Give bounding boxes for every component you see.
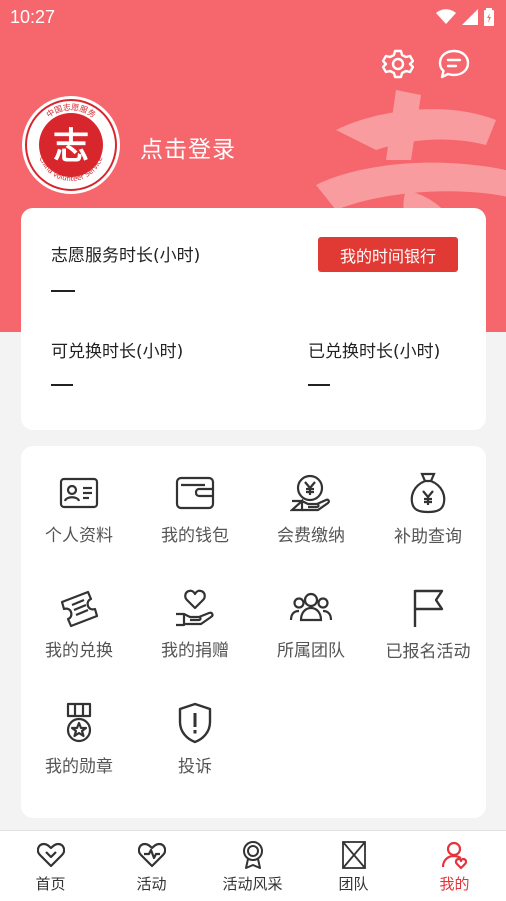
heart-activity-icon <box>137 840 167 870</box>
nav-item-activities[interactable]: 活动 <box>101 831 202 901</box>
flag-icon <box>406 587 450 629</box>
grid-label: 我的捐赠 <box>161 641 229 661</box>
grid-label: 我的兑换 <box>45 641 113 661</box>
grid-item-team[interactable]: 所属团队 <box>253 561 369 661</box>
award-icon <box>238 840 268 870</box>
exchanged-hours-label: 已兑换时长(小时) <box>308 342 441 362</box>
function-grid: 个人资料 我的钱包 会费缴纳 补助查询 我的兑换 我的捐赠 所属团队 已报名活动… <box>21 446 486 818</box>
message-icon <box>438 49 470 79</box>
grid-label: 个人资料 <box>45 526 113 546</box>
nav-label: 首页 <box>35 875 66 893</box>
grid-item-donation[interactable]: 我的捐赠 <box>137 561 253 661</box>
settings-button[interactable] <box>380 46 416 82</box>
grid-item-subsidy[interactable]: 补助查询 <box>370 446 486 547</box>
status-time: 10:27 <box>10 6 56 27</box>
wallet-icon <box>173 472 217 513</box>
stats-card: 志愿服务时长(小时) 我的时间银行 可兑换时长(小时) 已兑换时长(小时) <box>21 208 486 430</box>
nav-label: 团队 <box>338 875 369 893</box>
grid-item-wallet[interactable]: 我的钱包 <box>137 446 253 546</box>
service-hours-label: 志愿服务时长(小时) <box>51 246 201 266</box>
grid-item-profile[interactable]: 个人资料 <box>21 446 137 546</box>
time-bank-button[interactable]: 我的时间银行 <box>318 237 458 272</box>
exchangeable-hours-value <box>51 384 73 386</box>
heart-home-icon <box>36 840 66 870</box>
nav-label: 我的 <box>439 875 470 893</box>
exchangeable-hours-label: 可兑换时长(小时) <box>51 342 184 362</box>
signal-icon <box>462 9 478 25</box>
nav-item-mine[interactable]: 我的 <box>404 831 505 901</box>
grid-item-complaint[interactable]: 投诉 <box>137 676 253 777</box>
nav-item-home[interactable]: 首页 <box>0 831 101 901</box>
team-icon <box>289 587 333 628</box>
money-bag-icon <box>406 472 450 514</box>
team-box-icon <box>339 840 369 870</box>
heart-hand-icon <box>173 587 217 628</box>
medal-icon <box>57 702 101 744</box>
fee-payment-icon <box>289 472 333 513</box>
top-actions <box>380 46 472 82</box>
avatar-logo[interactable]: 志 中国志愿服务 China Volunteer Service <box>22 96 120 194</box>
exchanged-hours-value <box>308 384 330 386</box>
nav-item-team[interactable]: 团队 <box>303 831 404 901</box>
status-icons <box>436 8 494 26</box>
bottom-navigation: 首页 活动 活动风采 团队 我的 <box>0 830 506 901</box>
grid-label: 我的勋章 <box>45 757 113 777</box>
status-bar: 10:27 <box>0 0 506 34</box>
nav-label: 活动 <box>136 875 167 893</box>
ticket-icon <box>57 587 101 628</box>
shield-alert-icon <box>173 702 217 744</box>
grid-label: 投诉 <box>178 757 212 777</box>
nav-label: 活动风采 <box>222 875 283 893</box>
grid-label: 补助查询 <box>394 527 462 547</box>
battery-icon <box>484 8 494 26</box>
grid-item-medals[interactable]: 我的勋章 <box>21 676 137 777</box>
id-card-icon <box>57 472 101 513</box>
service-hours-value <box>51 290 75 292</box>
user-icon <box>440 840 470 870</box>
svg-text:志: 志 <box>53 126 89 167</box>
nav-item-showcase[interactable]: 活动风采 <box>202 831 303 901</box>
grid-item-registered-activities[interactable]: 已报名活动 <box>370 561 486 662</box>
messages-button[interactable] <box>436 46 472 82</box>
grid-item-fee[interactable]: 会费缴纳 <box>253 446 369 546</box>
grid-label: 我的钱包 <box>161 526 229 546</box>
wifi-icon <box>436 9 456 25</box>
grid-item-exchange[interactable]: 我的兑换 <box>21 561 137 661</box>
grid-label: 已报名活动 <box>385 642 471 662</box>
volunteer-logo-icon: 志 中国志愿服务 China Volunteer Service <box>25 99 117 191</box>
grid-label: 会费缴纳 <box>277 526 345 546</box>
grid-label: 所属团队 <box>277 641 345 661</box>
gear-icon <box>382 49 414 79</box>
login-link[interactable]: 点击登录 <box>140 130 236 164</box>
